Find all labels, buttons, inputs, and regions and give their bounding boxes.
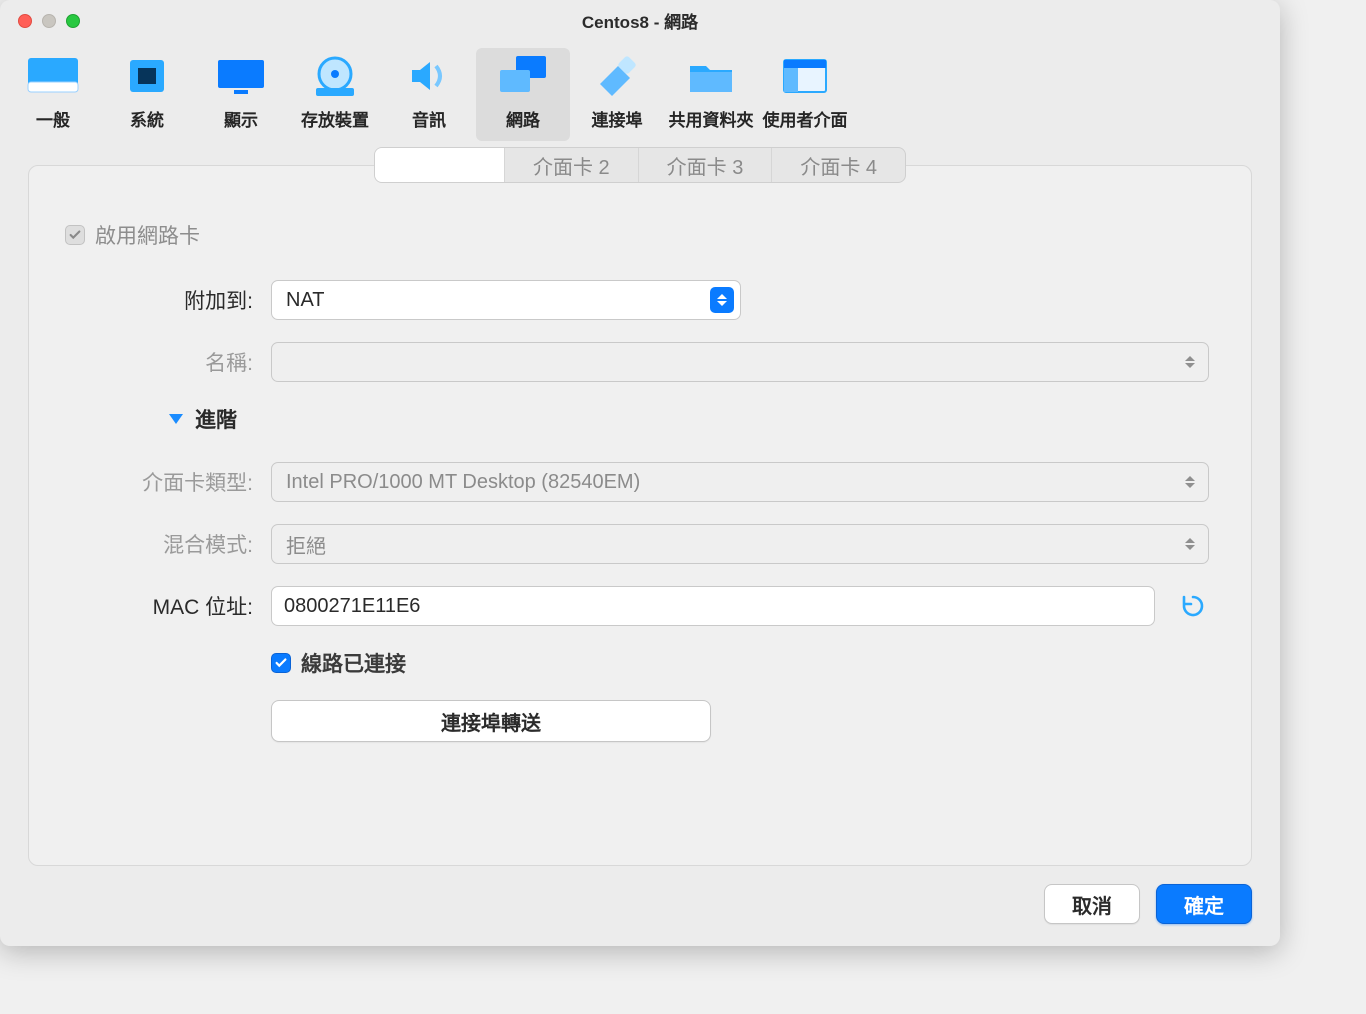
promiscuous-mode-value: 拒絕 [286,530,326,559]
chip-icon [120,54,174,98]
toolbar-item-ports[interactable]: 連接埠 [570,48,664,141]
cable-connected-label: 線路已連接 [301,648,406,678]
titlebar: Centos8 - 網路 [0,0,1280,40]
cancel-button[interactable]: 取消 [1044,884,1140,924]
select-arrows-icon [1178,349,1202,375]
mac-address-value: 0800271E11E6 [284,595,420,618]
tab-adapter-4[interactable]: 介面卡 4 [772,148,905,182]
attached-to-label: 附加到: [71,285,271,315]
minimize-window-button[interactable] [42,14,56,28]
content-area: 介面卡 2 介面卡 3 介面卡 4 啟用網路卡 附加到: NAT [0,141,1280,884]
refresh-icon [1180,593,1206,619]
toolbar-label: 顯示 [224,106,258,131]
attached-to-value: NAT [286,289,325,312]
window-title: Centos8 - 網路 [0,8,1280,33]
toolbar-label: 使用者介面 [763,106,848,131]
cancel-label: 取消 [1072,890,1112,919]
plug-icon [590,54,644,98]
mac-address-input[interactable]: 0800271E11E6 [271,586,1155,626]
enable-adapter-checkbox[interactable] [65,225,85,245]
cable-connected-checkbox[interactable] [271,653,291,673]
attached-to-select[interactable]: NAT [271,280,741,320]
toolbar-item-storage[interactable]: 存放裝置 [288,48,382,141]
display-icon [214,54,268,98]
toolbar-label: 存放裝置 [301,106,369,131]
mac-address-label: MAC 位址: [71,591,271,621]
regenerate-mac-button[interactable] [1177,590,1209,622]
toolbar-label: 音訊 [412,106,446,131]
toolbar-item-network[interactable]: 網路 [476,48,570,141]
speaker-icon [402,54,456,98]
select-arrows-icon [1178,469,1202,495]
tab-label: 介面卡 3 [667,151,744,180]
promiscuous-mode-label: 混合模式: [71,529,271,559]
layout-icon [778,54,832,98]
toolbar-item-system[interactable]: 系統 [100,48,194,141]
advanced-label: 進階 [195,404,237,434]
port-forwarding-label: 連接埠轉送 [441,707,541,736]
advanced-disclosure[interactable]: 進階 [169,404,1209,434]
adapter-panel: 啟用網路卡 附加到: NAT 名稱: [28,165,1252,866]
tab-adapter-3[interactable]: 介面卡 3 [639,148,773,182]
toolbar-item-audio[interactable]: 音訊 [382,48,476,141]
close-window-button[interactable] [18,14,32,28]
name-label: 名稱: [71,347,271,377]
category-toolbar: 一般 系統 顯示 存放裝置 音訊 [0,40,1280,141]
disk-icon [308,54,362,98]
adapter-tabs: 介面卡 2 介面卡 3 介面卡 4 [374,147,906,183]
check-icon [68,228,82,242]
toolbar-label: 連接埠 [592,106,643,131]
disclosure-triangle-icon [169,414,183,424]
select-arrows-icon [710,287,734,313]
toolbar-label: 系統 [130,106,164,131]
monitor-icon [26,54,80,98]
adapter-type-label: 介面卡類型: [71,467,271,497]
promiscuous-mode-select: 拒絕 [271,524,1209,564]
toolbar-label: 共用資料夾 [669,106,754,131]
toolbar-label: 一般 [36,106,70,131]
enable-adapter-label: 啟用網路卡 [95,220,200,250]
check-icon [274,656,288,670]
toolbar-item-user-interface[interactable]: 使用者介面 [758,48,852,141]
folder-icon [684,54,738,98]
window-controls [18,14,80,28]
zoom-window-button[interactable] [66,14,80,28]
tab-label: 介面卡 2 [533,151,610,180]
name-select [271,342,1209,382]
port-forwarding-button[interactable]: 連接埠轉送 [271,700,711,742]
select-arrows-icon [1178,531,1202,557]
adapter-type-select: Intel PRO/1000 MT Desktop (82540EM) [271,462,1209,502]
toolbar-item-general[interactable]: 一般 [6,48,100,141]
tab-adapter-1[interactable] [375,148,505,182]
network-icon [496,54,550,98]
ok-button[interactable]: 確定 [1156,884,1252,924]
adapter-type-value: Intel PRO/1000 MT Desktop (82540EM) [286,471,640,494]
dialog-footer: 取消 確定 [0,884,1280,946]
toolbar-label: 網路 [506,106,540,131]
tab-label: 介面卡 4 [800,151,877,180]
settings-window: Centos8 - 網路 一般 系統 顯示 存放裝置 [0,0,1280,946]
toolbar-item-shared-folders[interactable]: 共用資料夾 [664,48,758,141]
tab-adapter-2[interactable]: 介面卡 2 [505,148,639,182]
toolbar-item-display[interactable]: 顯示 [194,48,288,141]
ok-label: 確定 [1184,890,1224,919]
